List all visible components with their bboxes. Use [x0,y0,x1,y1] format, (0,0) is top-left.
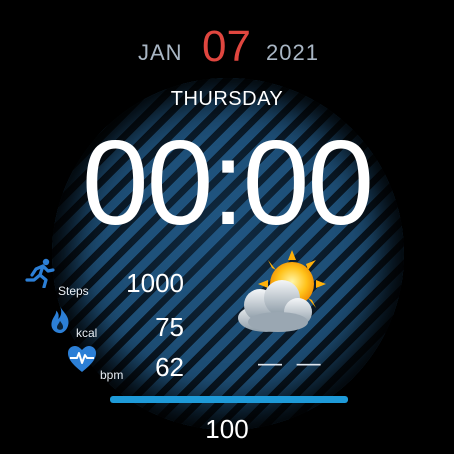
heart-rate-value: 62 [155,352,184,382]
calories-value: 75 [155,312,184,342]
month-label: JAN [138,40,183,65]
steps-value: 1000 [126,268,184,298]
heart-pulse-icon [68,346,96,372]
running-person-icon [25,258,55,288]
watch-face: JAN 07 2021 THURSDAY 00:00 Steps 1000 kc… [0,0,454,454]
calories-unit: kcal [76,326,98,340]
weekday-label: THURSDAY [170,88,284,110]
temperature-value: — — [258,350,325,377]
flame-icon [51,305,69,334]
battery-progress-bar [110,396,348,403]
battery-value: 100 [205,414,249,444]
steps-unit: Steps [58,284,89,298]
year-label: 2021 [266,40,319,65]
date-row: JAN 07 2021 [0,22,454,72]
day-number: 07 [202,22,251,71]
time-display: 00:00 [81,116,374,250]
partly-cloudy-icon [238,250,326,332]
